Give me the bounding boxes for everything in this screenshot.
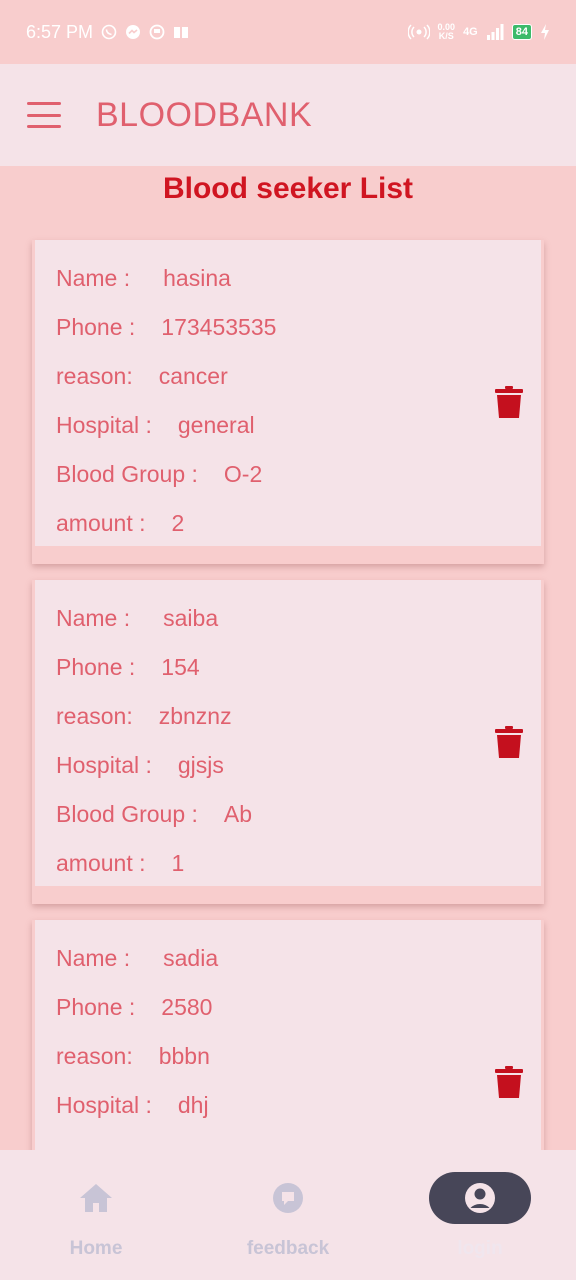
nav-login[interactable]: login <box>384 1150 576 1260</box>
net-speed-unit: K/S <box>438 31 454 41</box>
account-circle-icon <box>465 1183 495 1213</box>
blood-group-label: Blood Group : <box>56 461 198 487</box>
messenger-icon <box>126 25 141 39</box>
name-value: sadia <box>163 945 219 971</box>
amount-value: 1 <box>171 850 185 876</box>
hospital-label: Hospital : <box>56 752 152 778</box>
reason-value: zbnznz <box>158 703 232 729</box>
hospital-label: Hospital : <box>56 1092 152 1118</box>
name-label: Name : <box>56 945 131 971</box>
delete-trash-icon[interactable] <box>494 385 524 419</box>
net-speed: 0.00 K/S <box>438 23 456 41</box>
book-icon <box>174 27 189 38</box>
app-bar: BLOODBANK <box>0 64 576 166</box>
nav-login-pill <box>429 1172 531 1224</box>
app-title: BLOODBANK <box>96 95 313 134</box>
reason-label: reason: <box>56 363 133 389</box>
nav-home-pill <box>45 1172 147 1224</box>
amount-row: amount : 1 <box>56 839 541 888</box>
phone-row: Phone : 154 <box>56 643 541 692</box>
amount-label: amount : <box>56 850 146 876</box>
phone-value: 173453535 <box>161 314 277 340</box>
feedback-icon <box>273 1183 303 1213</box>
phone-row: Phone : 2580 <box>56 983 541 1032</box>
hospital-value: dhj <box>177 1092 209 1118</box>
hospital-value: general <box>177 412 255 438</box>
signal-icon <box>486 24 504 40</box>
phone-value: 2580 <box>161 994 213 1020</box>
name-value: hasina <box>163 265 231 291</box>
app-notification-icon <box>149 24 165 40</box>
delete-trash-icon[interactable] <box>494 1065 524 1099</box>
amount-row: amount : 2 <box>56 499 541 548</box>
phone-row: Phone : 173453535 <box>56 303 541 352</box>
status-left: 6:57 PM <box>26 22 189 43</box>
bottom-navigation: Home feedback login <box>0 1150 576 1280</box>
reason-row: reason: bbbn <box>56 1032 541 1081</box>
blood-group-row: Blood Group : O-2 <box>56 450 541 499</box>
hospital-value: gjsjs <box>177 752 224 778</box>
hospital-row: Hospital : gjsjs <box>56 741 541 790</box>
status-time: 6:57 PM <box>26 21 94 42</box>
name-row: Name : sadia <box>56 934 541 983</box>
hospital-row: Hospital : dhj <box>56 1081 541 1130</box>
amount-value: 2 <box>171 510 185 536</box>
seeker-card: Name : saiba Phone : 154 reason: zbnznz Hos… <box>32 580 544 904</box>
hotspot-icon <box>407 24 430 40</box>
reason-row: reason: zbnznz <box>56 692 541 741</box>
delete-trash-icon[interactable] <box>494 725 524 759</box>
home-icon <box>80 1184 112 1212</box>
reason-value: bbbn <box>158 1043 210 1069</box>
blood-group-row: Blood Group : Ab <box>56 790 541 839</box>
page-title: Blood seeker List <box>162 172 414 205</box>
reason-value: cancer <box>158 363 228 389</box>
phone-label: Phone : <box>56 314 136 340</box>
reason-label: reason: <box>56 1043 133 1069</box>
phone-label: Phone : <box>56 654 136 680</box>
blood-group-value: O-2 <box>223 461 263 487</box>
blood-group-value: Ab <box>223 801 253 827</box>
name-label: Name : <box>56 605 131 631</box>
nav-home-label: Home <box>69 1238 123 1259</box>
network-type: 4G <box>463 26 478 38</box>
nav-login-label: login <box>457 1238 503 1259</box>
nav-home[interactable]: Home <box>0 1150 192 1260</box>
amount-label: amount : <box>56 510 146 536</box>
name-row: Name : hasina <box>56 254 541 303</box>
name-value: saiba <box>163 605 219 631</box>
hospital-label: Hospital : <box>56 412 152 438</box>
hamburger-menu-icon[interactable] <box>27 102 61 128</box>
notification-icons <box>101 24 189 40</box>
charging-icon <box>541 24 549 40</box>
phone-value: 154 <box>161 654 200 680</box>
whatsapp-icon <box>101 24 117 40</box>
battery-level: 84 <box>511 24 532 40</box>
status-bar: 6:57 PM 0.00 K/S 4G 84 <box>0 0 576 64</box>
name-row: Name : saiba <box>56 594 541 643</box>
seeker-list: Name : hasina Phone : 173453535 reason: can… <box>32 238 544 1260</box>
blood-group-label: Blood Group : <box>56 801 198 827</box>
nav-feedback[interactable]: feedback <box>192 1150 384 1260</box>
reason-row: reason: cancer <box>56 352 541 401</box>
nav-feedback-label: feedback <box>246 1238 330 1259</box>
hospital-row: Hospital : general <box>56 401 541 450</box>
phone-label: Phone : <box>56 994 136 1020</box>
nav-feedback-pill <box>237 1172 339 1224</box>
seeker-card: Name : hasina Phone : 173453535 reason: can… <box>32 240 544 564</box>
reason-label: reason: <box>56 703 133 729</box>
name-label: Name : <box>56 265 131 291</box>
status-right: 0.00 K/S 4G 84 <box>407 23 550 41</box>
